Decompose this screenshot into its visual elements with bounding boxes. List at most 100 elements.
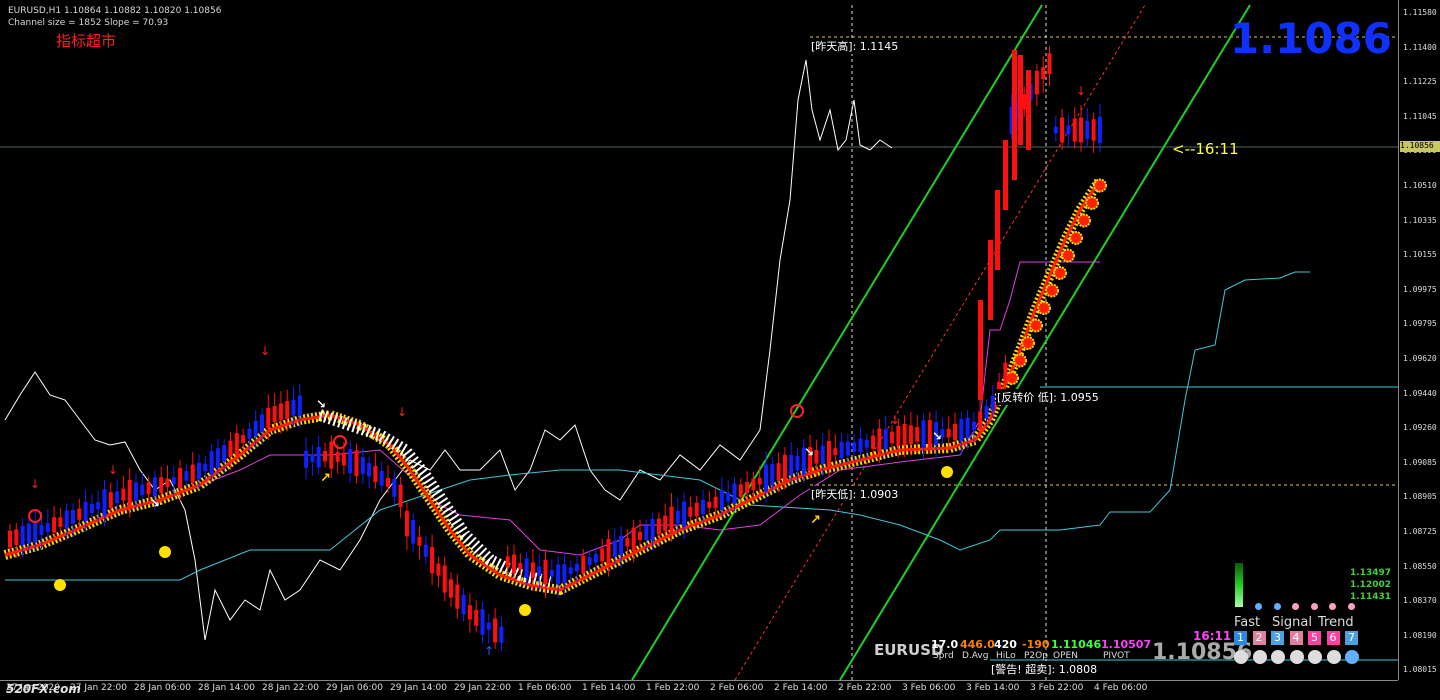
candle-body <box>701 499 705 515</box>
signal-mini-dot <box>1255 603 1262 610</box>
candle-body <box>45 523 50 532</box>
candle-body <box>776 463 781 481</box>
sun-marker <box>1069 231 1083 245</box>
candle-body <box>537 566 542 577</box>
candle-body <box>159 477 164 494</box>
time-tick: 28 Jan 22:00 <box>262 683 319 693</box>
signal-header: Fast <box>1234 615 1261 630</box>
candle-body <box>203 463 208 472</box>
reversal-low-label: [反转价 低]: 1.0955 <box>996 389 1100 405</box>
signal-header: Trend <box>1318 615 1354 630</box>
white-arrow-icon: ↘ <box>932 429 942 443</box>
price-tick: 1.08370 <box>1403 596 1437 606</box>
candle-body <box>883 429 888 450</box>
level-value: 1.13497 <box>1350 568 1391 578</box>
signal-dot <box>1308 650 1322 664</box>
signal-number: 5 <box>1308 631 1321 645</box>
candle-body <box>549 570 554 577</box>
trend-band-red <box>4 179 1102 592</box>
candle-body <box>1097 116 1102 144</box>
candle-body <box>215 448 220 468</box>
signal-number: 3 <box>1271 631 1284 645</box>
candle-body <box>1066 125 1071 135</box>
candle-body <box>304 450 309 468</box>
candle-body <box>266 407 271 429</box>
candle-body <box>902 424 907 446</box>
candle-body <box>26 523 31 544</box>
candle-body <box>751 478 756 491</box>
candle-body <box>379 470 384 486</box>
stat-value: 1.11046 <box>1051 638 1102 651</box>
price-tick: 1.11400 <box>1403 42 1437 52</box>
price-tick: 1.09440 <box>1403 388 1437 398</box>
candle-body <box>600 548 605 562</box>
candle-body <box>341 452 346 466</box>
candle-body <box>1047 53 1052 75</box>
candle-body <box>367 463 372 477</box>
candle-body <box>228 440 233 457</box>
time-tick: 4 Feb 06:00 <box>1094 683 1148 693</box>
time-tick: 29 Jan 22:00 <box>454 683 511 693</box>
candle-body <box>423 544 428 557</box>
candle-body <box>858 438 863 453</box>
sun-marker <box>1061 248 1075 263</box>
down-arrow-icon: ↓ <box>1076 84 1086 98</box>
bar-timer: <--16:11 <box>1172 140 1239 158</box>
price-tick: 1.08550 <box>1403 561 1437 571</box>
white-arrow-icon: ↘ <box>804 445 814 459</box>
signal-dot <box>1289 650 1304 664</box>
candle-body <box>474 609 479 626</box>
sun-marker <box>1085 196 1099 210</box>
candle-body <box>688 506 693 517</box>
price-tick: 1.11225 <box>1403 77 1437 87</box>
candle-body <box>764 464 768 492</box>
candle-body <box>556 564 561 585</box>
price-axis[interactable]: 1.115801.114001.112251.110451.106901.105… <box>1398 0 1440 680</box>
price-tick: 1.09620 <box>1403 354 1437 363</box>
candle-body <box>782 454 787 483</box>
candle-body <box>612 540 617 557</box>
candle-body <box>467 605 472 620</box>
chart-header: EURUSD,H1 1.10864 1.10882 1.10820 1.1085… <box>8 5 221 29</box>
signal-mini-dot <box>1329 603 1336 610</box>
signal-header: Signal <box>1272 615 1312 630</box>
time-tick: 29 Jan 14:00 <box>390 683 447 693</box>
time-tick: 1 Feb 14:00 <box>582 683 636 693</box>
candle-body <box>656 518 661 535</box>
candle-body <box>386 477 390 487</box>
candle-body <box>877 428 882 453</box>
candle-body <box>354 450 359 477</box>
candle-body <box>310 454 315 462</box>
candle-body <box>449 579 453 598</box>
candle-body <box>871 435 876 449</box>
down-arrow-icon: ↓ <box>260 344 270 358</box>
time-axis[interactable]: 27 Jan 2020 27 Jan 22:00 28 Jan 06:00 28 Ja… <box>0 680 1398 700</box>
candle-body <box>638 531 642 541</box>
signal-number: 2 <box>1252 631 1266 645</box>
candle-body <box>33 521 38 543</box>
candle-body <box>96 502 101 510</box>
candle-body <box>1072 118 1077 142</box>
warning-label: [警告! 超卖]: 1.0808 <box>990 661 1099 677</box>
candle-body <box>178 467 183 489</box>
candle-body <box>505 556 510 568</box>
stat-label: PIVOT <box>1103 651 1130 661</box>
sun-marker <box>1093 178 1107 193</box>
candle-body <box>965 417 970 439</box>
signal-dot <box>1271 650 1285 664</box>
candle-body <box>587 557 592 566</box>
candle-body <box>908 425 913 444</box>
candle-body <box>297 395 302 416</box>
candle-body <box>291 399 296 416</box>
candle-body <box>971 421 976 431</box>
candle-body <box>247 428 252 439</box>
candle-body <box>209 451 214 475</box>
candle-body <box>404 510 409 537</box>
price-chart[interactable]: ↓ ↓ ↓ ↓ ↓ ↓ ↘ ↘ ↘ ↘ ↗ ↗ ↑ <box>0 0 1398 680</box>
candle-body <box>820 445 825 465</box>
down-arrow-icon: ↓ <box>890 413 900 427</box>
price-tick: 1.10155 <box>1403 250 1437 260</box>
candle-body <box>64 510 69 529</box>
candle-body <box>20 526 25 546</box>
candle-body <box>190 464 195 483</box>
